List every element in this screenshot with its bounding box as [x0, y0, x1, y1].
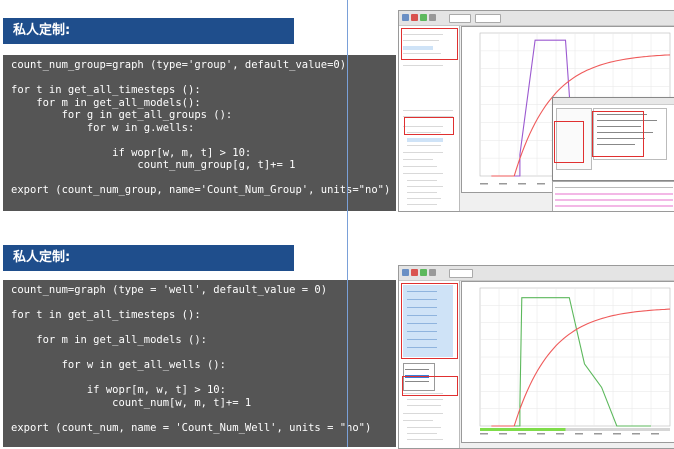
code-line: count_num=graph (type = 'well', default_…: [11, 284, 328, 296]
screenshot-top: [398, 10, 674, 212]
highlight-box: [401, 28, 458, 60]
toolbar: [399, 11, 674, 26]
tick-label: [499, 433, 507, 435]
tick-label: [632, 433, 640, 435]
tick-label: [575, 433, 583, 435]
highlight-box: [592, 111, 644, 157]
tick-label: [594, 433, 602, 435]
code-line: for m in get_all_models():: [11, 96, 201, 109]
code-line: for g in get_all_groups ():: [11, 109, 233, 121]
screenshot-bottom: [398, 265, 674, 449]
tool-icon: [429, 14, 436, 21]
tick-label: [537, 183, 545, 185]
tick-label: [651, 433, 659, 435]
toolbar-dropdown: [449, 14, 471, 23]
tick-label: [537, 433, 545, 435]
run-icon: [420, 14, 427, 21]
code-block-1: count_num_group=graph (type='group', def…: [3, 55, 396, 211]
stop-icon: [411, 14, 418, 21]
code-line: export (count_num_group, name='Count_Num…: [11, 184, 391, 196]
line-chart: [479, 287, 671, 435]
code-line: for t in get_all_timesteps ():: [11, 309, 201, 321]
section-title-2: 私人定制:: [3, 245, 294, 271]
code-line: count_num_group=graph (type='group', def…: [11, 59, 347, 71]
highlight-box: [404, 117, 454, 135]
code-line: count_num[w, m, t]+= 1: [11, 396, 252, 409]
tick-label: [499, 183, 507, 185]
highlight-box: [402, 376, 458, 396]
code-line: for m in get_all_models ():: [11, 334, 207, 346]
stop-icon: [411, 269, 418, 276]
tick-label: [480, 183, 488, 185]
tick-label: [480, 433, 488, 435]
timeline-bar: [565, 428, 670, 431]
tool-icon: [429, 269, 436, 276]
tick-label: [613, 433, 621, 435]
code-line: for t in get_all_timesteps ():: [11, 84, 201, 96]
run-icon: [420, 269, 427, 276]
code-line: export (count_num, name = 'Count_Num_Wel…: [11, 421, 372, 434]
code-line: for w in get_all_wells ():: [11, 359, 226, 371]
toolbar-dropdown: [449, 269, 473, 278]
plot-area: [461, 281, 674, 443]
tick-label: [518, 183, 526, 185]
data-table: [552, 181, 674, 211]
code-block-2: count_num=graph (type = 'well', default_…: [3, 280, 396, 447]
app-icon: [402, 269, 409, 276]
tick-label: [518, 433, 526, 435]
highlight-box: [554, 121, 584, 163]
highlight-box: [401, 283, 458, 359]
tick-label: [556, 433, 564, 435]
toolbar: [399, 266, 674, 281]
app-icon: [402, 14, 409, 21]
timeline-bar: [480, 428, 566, 431]
code-line: for w in g.wells:: [11, 121, 195, 134]
code-line: if wopr[w, m, t] > 10:: [11, 146, 252, 159]
section-title-1: 私人定制:: [3, 18, 294, 44]
code-line: if wopr[m, w, t] > 10:: [11, 384, 226, 396]
code-line: count_num_group[g, t]+= 1: [11, 159, 296, 171]
divider-line: [347, 0, 348, 447]
toolbar-dropdown-2: [475, 14, 501, 23]
